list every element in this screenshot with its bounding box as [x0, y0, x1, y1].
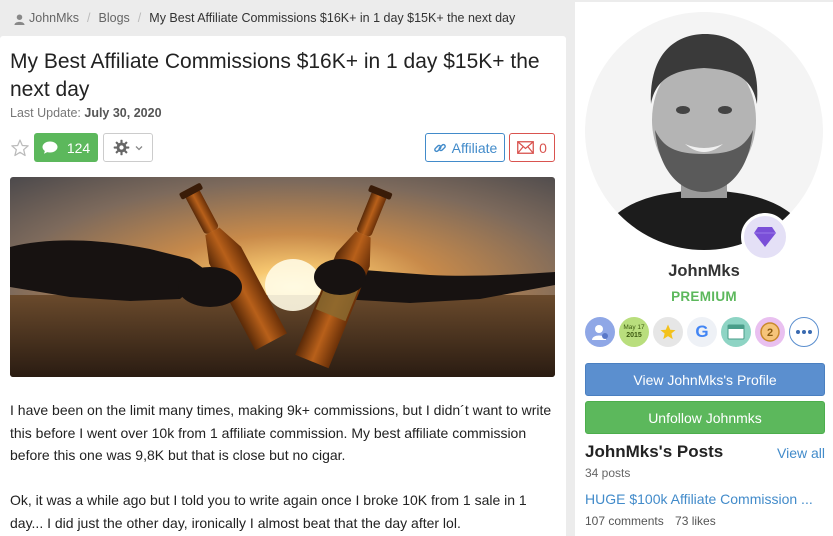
page-title: My Best Affiliate Commissions $16K+ in 1… [10, 50, 540, 101]
affiliate-link-button[interactable]: Affiliate [425, 133, 505, 162]
post-likes-count: 73 likes [675, 514, 716, 528]
message-button[interactable]: 0 [509, 133, 555, 162]
premium-diamond-icon [741, 213, 789, 261]
profile-username[interactable]: JohnMks [575, 262, 833, 281]
favorite-star-icon[interactable] [10, 138, 30, 158]
website-badge-icon[interactable] [721, 317, 751, 347]
envelope-icon [517, 141, 534, 154]
latest-post-link[interactable]: HUGE $100k Affiliate Commission ... [585, 491, 823, 507]
breadcrumb-user-link[interactable]: JohnMks [29, 11, 79, 25]
avatar[interactable] [585, 12, 823, 250]
chevron-down-icon [135, 145, 143, 150]
posts-heading: JohnMks's Posts [585, 442, 724, 461]
view-profile-button[interactable]: View JohnMks's Profile [585, 363, 825, 396]
posts-count: 34 posts [585, 466, 631, 480]
last-update-label: Last Update: [10, 106, 81, 120]
profile-sidebar: JohnMks PREMIUM May 17 2015 G 2 View Joh… [575, 2, 833, 536]
article-paragraph: Ok, it was a while ago but I told you to… [10, 492, 527, 531]
article-paragraph: I have been on the limit many times, mak… [10, 402, 552, 463]
view-all-link[interactable]: View all [777, 445, 825, 461]
breadcrumb-separator: / [137, 11, 142, 25]
article-hero-image [10, 177, 555, 377]
unfollow-button[interactable]: Unfollow Johnmks [585, 401, 825, 434]
affiliate-label: Affiliate [451, 139, 498, 156]
user-icon [14, 13, 25, 25]
breadcrumb: JohnMks / Blogs / My Best Affiliate Comm… [14, 11, 515, 25]
avatar-photo [585, 12, 823, 250]
membership-status: PREMIUM [671, 289, 737, 304]
breadcrumb-blogs-link[interactable]: Blogs [99, 11, 130, 25]
last-update-date: July 30, 2020 [84, 106, 162, 120]
article-actions: 124 Affiliate 0 [10, 133, 555, 163]
join-date-badge-icon[interactable]: May 17 2015 [619, 317, 649, 347]
badges-row: May 17 2015 G 2 [585, 317, 819, 347]
comment-bubble-icon [42, 141, 58, 154]
message-count: 0 [539, 139, 547, 156]
user-settings-badge-icon[interactable] [585, 317, 615, 347]
svg-text:2: 2 [767, 327, 773, 339]
article-body: I have been on the limit many times, mak… [10, 399, 555, 536]
article-panel: My Best Affiliate Commissions $16K+ in 1… [0, 36, 566, 536]
gear-icon [113, 139, 130, 156]
star-badge-icon[interactable] [653, 317, 683, 347]
post-comments-count: 107 comments [585, 514, 664, 528]
comments-count: 124 [66, 139, 91, 156]
rank-2-badge-icon[interactable]: 2 [755, 317, 785, 347]
breadcrumb-separator: / [87, 11, 91, 25]
last-update: Last Update: July 30, 2020 [10, 106, 162, 120]
comments-button[interactable]: 124 [34, 133, 98, 162]
more-badges-icon[interactable] [789, 317, 819, 347]
breadcrumb-current: My Best Affiliate Commissions $16K+ in 1… [149, 11, 516, 25]
google-badge-icon[interactable]: G [687, 317, 717, 347]
settings-dropdown[interactable] [103, 133, 153, 162]
latest-post-meta: 107 comments 73 likes [585, 514, 716, 528]
link-icon [433, 143, 446, 152]
